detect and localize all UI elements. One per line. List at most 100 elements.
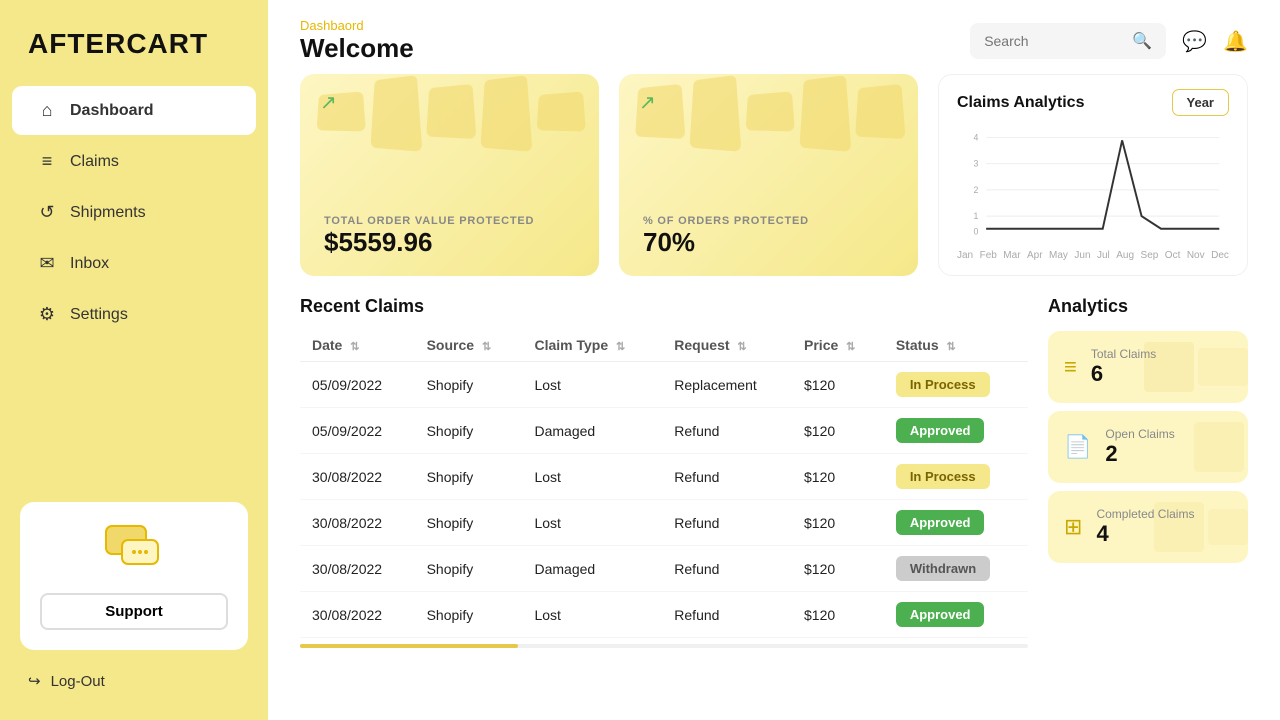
cell-request: Refund [662, 408, 792, 454]
sidebar-item-label: Settings [70, 306, 128, 324]
cell-source: Shopify [415, 408, 523, 454]
cell-source: Shopify [415, 362, 523, 408]
box-shape [370, 75, 422, 152]
cell-request: Refund [662, 592, 792, 638]
line-chart: 4 3 2 1 0 [957, 126, 1229, 246]
box-shape [799, 75, 851, 152]
chart-area: 4 3 2 1 0 [957, 126, 1229, 246]
sidebar-item-label: Claims [70, 153, 119, 171]
stats-row: ↗ TOTAL ORDER VALUE PROTECTED $5559.96 ↗… [300, 74, 1248, 276]
cell-claim-type: Lost [522, 362, 662, 408]
total-claims-card: ≡ Total Claims 6 [1048, 331, 1248, 403]
total-claims-icon: ≡ [1064, 354, 1077, 380]
cell-request: Refund [662, 546, 792, 592]
table-row[interactable]: 30/08/2022 Shopify Lost Refund $120 In P… [300, 454, 1028, 500]
table-row[interactable]: 05/09/2022 Shopify Lost Replacement $120… [300, 362, 1028, 408]
cell-price: $120 [792, 500, 884, 546]
stat-value: $5559.96 [324, 227, 575, 258]
svg-text:3: 3 [974, 159, 979, 169]
sidebar-item-dashboard[interactable]: ⌂ Dashboard [12, 86, 256, 135]
open-claims-info: Open Claims 2 [1105, 427, 1174, 467]
support-button[interactable]: Support [40, 593, 228, 630]
col-price: Price ⇅ [792, 329, 884, 362]
cell-request: Replacement [662, 362, 792, 408]
page-title: Welcome [300, 33, 414, 64]
table-row[interactable]: 30/08/2022 Shopify Lost Refund $120 Appr… [300, 592, 1028, 638]
dashboard-icon: ⌂ [36, 100, 58, 121]
svg-text:2: 2 [974, 185, 979, 195]
cell-date: 30/08/2022 [300, 500, 415, 546]
nav: ⌂ Dashboard ≡ Claims ↺ Shipments ✉ Inbox… [0, 84, 268, 341]
cell-status: Approved [884, 408, 1028, 454]
open-claims-value: 2 [1105, 441, 1174, 467]
table-row[interactable]: 30/08/2022 Shopify Lost Refund $120 Appr… [300, 500, 1028, 546]
settings-icon: ⚙ [36, 304, 58, 325]
sidebar: AFTERCART ⌂ Dashboard ≡ Claims ↺ Shipmen… [0, 0, 268, 720]
header-left: Dashbaord Welcome [300, 18, 414, 64]
cell-date: 30/08/2022 [300, 454, 415, 500]
box-shape [855, 84, 905, 139]
sidebar-item-label: Dashboard [70, 102, 154, 120]
total-claims-label: Total Claims [1091, 347, 1156, 361]
sidebar-item-inbox[interactable]: ✉ Inbox [12, 239, 256, 288]
cell-claim-type: Lost [522, 454, 662, 500]
messages-icon[interactable]: 💬 [1182, 29, 1207, 54]
cell-status: Withdrawn [884, 546, 1028, 592]
cell-source: Shopify [415, 546, 523, 592]
open-claims-label: Open Claims [1105, 427, 1174, 441]
col-date: Date ⇅ [300, 329, 415, 362]
completed-claims-info: Completed Claims 4 [1096, 507, 1194, 547]
cell-date: 30/08/2022 [300, 592, 415, 638]
stat-value: 70% [643, 227, 894, 258]
claims-section: Recent Claims Date ⇅ Source ⇅ Claim Type… [300, 296, 1028, 704]
open-claims-icon: 📄 [1064, 434, 1091, 460]
cell-status: In Process [884, 454, 1028, 500]
breadcrumb: Dashbaord [300, 18, 414, 33]
sidebar-item-claims[interactable]: ≡ Claims [12, 137, 256, 186]
table-row[interactable]: 30/08/2022 Shopify Damaged Refund $120 W… [300, 546, 1028, 592]
sidebar-item-shipments[interactable]: ↺ Shipments [12, 188, 256, 237]
year-filter-button[interactable]: Year [1172, 89, 1229, 116]
sidebar-item-settings[interactable]: ⚙ Settings [12, 290, 256, 339]
total-claims-info: Total Claims 6 [1091, 347, 1156, 387]
page-header: Dashbaord Welcome 🔍 💬 🔔 [268, 0, 1280, 74]
status-badge: Approved [896, 602, 985, 627]
analytics-title: Claims Analytics [957, 94, 1084, 112]
claims-table-body: 05/09/2022 Shopify Lost Replacement $120… [300, 362, 1028, 638]
cell-date: 05/09/2022 [300, 408, 415, 454]
col-source: Source ⇅ [415, 329, 523, 362]
status-badge: Approved [896, 418, 985, 443]
analytics-header: Claims Analytics Year [957, 89, 1229, 116]
chart-x-labels: JanFebMarAprMayJunJulAugSepOctNovDec [957, 250, 1229, 261]
logout-button[interactable]: ↪ Log-Out [0, 660, 268, 702]
orders-pct-card: ↗ % OF ORDERS PROTECTED 70% [619, 74, 918, 276]
table-row[interactable]: 05/09/2022 Shopify Damaged Refund $120 A… [300, 408, 1028, 454]
cell-claim-type: Lost [522, 500, 662, 546]
cell-status: Approved [884, 592, 1028, 638]
shipments-icon: ↺ [36, 202, 58, 223]
total-claims-value: 6 [1091, 361, 1156, 387]
cell-date: 05/09/2022 [300, 362, 415, 408]
status-badge: In Process [896, 372, 990, 397]
sidebar-item-label: Inbox [70, 255, 109, 273]
search-input[interactable] [984, 33, 1124, 49]
cell-source: Shopify [415, 592, 523, 638]
scrollbar-thumb[interactable] [300, 644, 518, 648]
search-box[interactable]: 🔍 [970, 23, 1166, 59]
status-badge: Withdrawn [896, 556, 990, 581]
box-shape [480, 75, 532, 152]
trend-up-icon: ↗ [639, 90, 656, 115]
cell-source: Shopify [415, 454, 523, 500]
support-chat-icon [102, 522, 166, 581]
status-badge: Approved [896, 510, 985, 535]
claims-table-header: Date ⇅ Source ⇅ Claim Type ⇅ Request ⇅ P… [300, 329, 1028, 362]
box-shape [746, 91, 795, 131]
notifications-icon[interactable]: 🔔 [1223, 29, 1248, 54]
box-shape [689, 75, 741, 152]
cell-price: $120 [792, 454, 884, 500]
completed-claims-value: 4 [1096, 521, 1194, 547]
cell-price: $120 [792, 408, 884, 454]
cell-claim-type: Damaged [522, 408, 662, 454]
cell-claim-type: Lost [522, 592, 662, 638]
cell-status: Approved [884, 500, 1028, 546]
